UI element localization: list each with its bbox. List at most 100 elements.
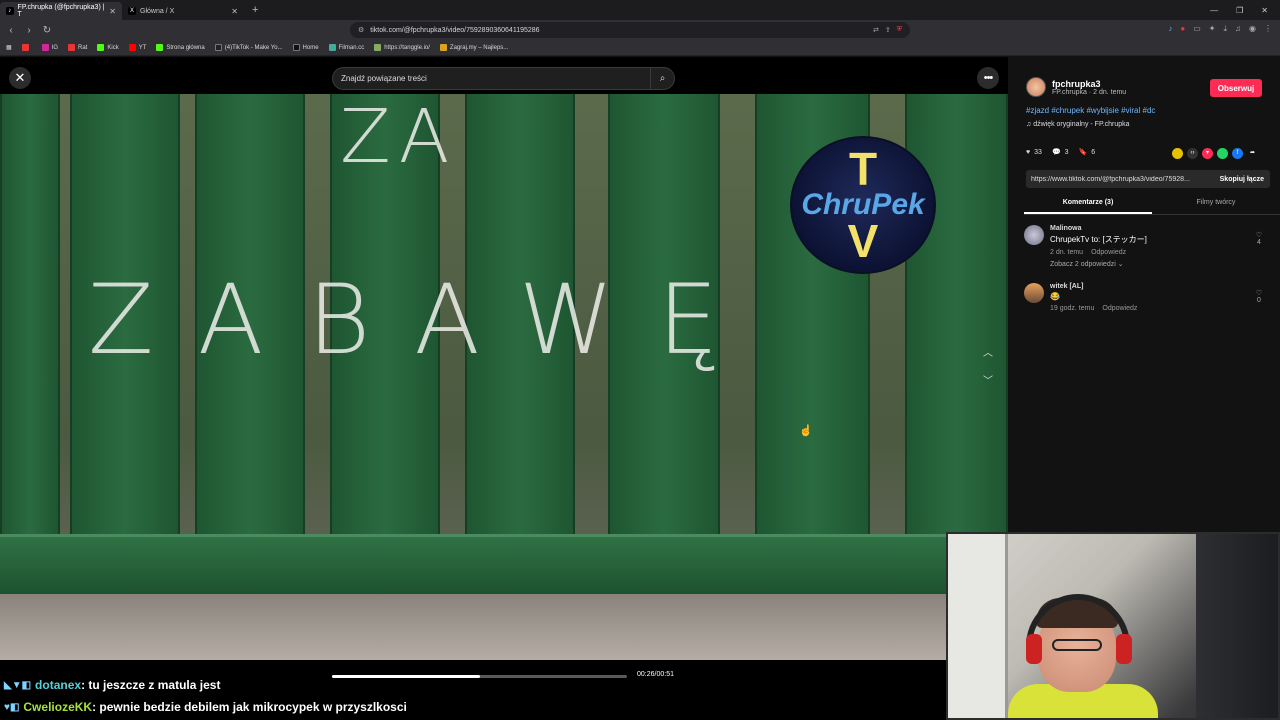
translate-icon[interactable]: ⇄ — [873, 26, 879, 34]
chat-username: dotanex — [35, 678, 82, 692]
browser-tab-tiktok[interactable]: ♪ FP.chrupka (@fpchrupka3) | T ✕ — [0, 2, 122, 20]
view-replies-button[interactable]: Zobacz 2 odpowiedzi ⌄ — [1050, 260, 1250, 268]
close-tab-icon[interactable]: ✕ — [109, 7, 116, 16]
share-icon[interactable]: ⇪ — [885, 26, 891, 34]
url-text: tiktok.com/@fpchrupka3/video/75928903606… — [370, 26, 540, 34]
bookmark-item[interactable]: Home — [292, 44, 319, 51]
reload-icon[interactable]: ↻ — [40, 25, 54, 36]
download-icon[interactable]: ⤓ — [1223, 24, 1227, 34]
shield-icon[interactable]: ⛨ — [897, 26, 902, 34]
save-button[interactable]: 🔖 6 — [1078, 148, 1096, 157]
comment-like-button[interactable]: ♡ 4 — [1252, 231, 1266, 246]
more-options-button[interactable]: ••• — [977, 67, 999, 89]
extension-icon[interactable]: ● — [1180, 24, 1185, 34]
search-input[interactable]: Znajdź powiązane treści — [341, 74, 650, 83]
restore-icon[interactable]: ❐ — [1236, 6, 1243, 15]
tiktok-page: ZA ZABAWĘ T ChruPek V ✕ Znajdź powiązane… — [0, 57, 1280, 720]
bookmark-item[interactable]: Zagraj.my – Najleps... — [439, 44, 508, 51]
author-name[interactable]: fpchrupka3 — [1052, 79, 1126, 89]
site-info-icon[interactable]: ⚙ — [358, 26, 364, 34]
facebook-icon[interactable]: f — [1232, 148, 1243, 159]
browser-tabbar: ♪ FP.chrupka (@fpchrupka3) | T ✕ X Główn… — [0, 0, 1280, 20]
channel-logo: T ChruPek V — [790, 136, 936, 274]
send-icon[interactable]: ▾ — [1202, 148, 1213, 159]
close-tab-icon[interactable]: ✕ — [231, 7, 238, 16]
bookmark-item[interactable]: Kick — [97, 44, 119, 51]
hashtags[interactable]: #zjazd #chrupek #wybijsie #viral #dc — [1026, 106, 1155, 115]
chalk-text-main: ZABAWĘ — [88, 264, 763, 376]
comment-icon: 💬 — [1051, 149, 1061, 156]
tab-comments[interactable]: Komentarze (3) — [1024, 195, 1152, 214]
puzzle-icon[interactable]: ✦ — [1209, 24, 1216, 34]
bookmark-item[interactable]: Rat — [68, 44, 87, 51]
menu-icon[interactable]: ⋮ — [1264, 24, 1272, 34]
bookmark-item[interactable]: Strona główna — [156, 44, 205, 51]
like-button[interactable]: ♥ 33 — [1026, 149, 1042, 156]
avatar[interactable] — [1024, 283, 1044, 303]
new-tab-button[interactable]: + — [244, 4, 266, 16]
profile-icon[interactable]: ◉ — [1249, 24, 1256, 34]
logo-letter-top: T — [848, 143, 878, 195]
comment-like-count: 0 — [1257, 297, 1261, 304]
back-icon[interactable]: ‹ — [4, 25, 18, 36]
avatar[interactable] — [1024, 225, 1044, 245]
browser-tab-x[interactable]: X Główna / X ✕ — [122, 2, 244, 20]
extension-icon[interactable]: ▭ — [1193, 24, 1201, 34]
chat-text: : pewnie bedzie debilem jak mikrocypek w… — [92, 700, 407, 714]
reply-button[interactable]: Odpowiedz — [1102, 305, 1137, 312]
bookmark-item[interactable] — [21, 44, 32, 51]
share-arrow-icon[interactable]: ➦ — [1247, 148, 1258, 159]
whatsapp-icon[interactable] — [1217, 148, 1228, 159]
comment-username[interactable]: Malinowa — [1050, 225, 1250, 232]
comment-button[interactable]: 💬 3 — [1051, 148, 1069, 157]
bookmark-item[interactable]: IG — [41, 44, 58, 51]
forward-icon[interactable]: › — [22, 25, 36, 36]
url-field[interactable]: ⚙ tiktok.com/@fpchrupka3/video/759289036… — [350, 22, 910, 38]
close-video-button[interactable]: ✕ — [9, 67, 31, 89]
comment-like-button[interactable]: ♡ 0 — [1252, 289, 1266, 304]
comment-like-count: 4 — [1257, 239, 1261, 246]
fence-rail — [0, 534, 1008, 594]
search-icon[interactable]: ⌕ — [650, 68, 674, 89]
close-window-icon[interactable]: ✕ — [1261, 6, 1268, 15]
bookmark-icon: 🔖 — [1078, 149, 1088, 156]
follow-button[interactable]: Obserwuj — [1210, 79, 1262, 97]
chat-username: CweliozeKK — [23, 700, 93, 714]
tiktok-icon: ♪ — [6, 7, 14, 15]
copy-link-button[interactable]: Skopiuj łącze — [1214, 176, 1270, 183]
url-actions: ⇄ ⇪ ⛨ — [873, 26, 910, 34]
embed-icon[interactable]: ‹› — [1187, 148, 1198, 159]
reply-button[interactable]: Odpowiedz — [1091, 249, 1126, 256]
repost-icon[interactable] — [1172, 148, 1183, 159]
media-icon[interactable]: ♫ — [1235, 24, 1241, 34]
logo-letter-bottom: V — [847, 215, 879, 267]
tab-title: FP.chrupka (@fpchrupka3) | T — [17, 4, 105, 18]
apps-icon[interactable]: ▦ — [6, 44, 12, 51]
related-search-bar[interactable]: Znajdź powiązane treści ⌕ — [332, 67, 675, 90]
engagement-stats: ♥ 33 💬 3 🔖 6 — [1026, 148, 1096, 157]
sound-link[interactable]: ♫ dźwięk oryginalny - FP.chrupka — [1026, 121, 1130, 128]
bookmark-item[interactable]: https://tanggle.io/ — [374, 44, 430, 51]
author-avatar[interactable] — [1026, 77, 1046, 97]
minimize-icon[interactable]: — — [1210, 6, 1218, 15]
video-link-field[interactable]: https://www.tiktok.com/@fpchrupka3/video… — [1026, 170, 1270, 188]
previous-video-icon[interactable]: ︿ — [980, 344, 996, 359]
next-video-icon[interactable]: ﹀ — [980, 372, 996, 387]
like-count: 33 — [1034, 148, 1042, 156]
tab-creator-videos[interactable]: Filmy twórcy — [1152, 195, 1280, 214]
bookmark-item[interactable]: YT — [128, 44, 146, 51]
bookmark-item[interactable]: (4)TikTok - Make Yo... — [214, 44, 283, 51]
author-info[interactable]: fpchrupka3 FP.chrupka · 2 dn. temu — [1026, 77, 1126, 97]
bookmark-item[interactable]: Filman.cc — [328, 44, 364, 51]
comment-username[interactable]: witek [AL] — [1050, 283, 1250, 290]
video-player[interactable]: ZA ZABAWĘ T ChruPek V ✕ Znajdź powiązane… — [0, 57, 1008, 720]
comment-time: 19 godz. temu — [1050, 305, 1095, 312]
video-frame[interactable]: ZA ZABAWĘ T ChruPek V — [0, 94, 1008, 660]
headphone-earcup — [1026, 634, 1042, 664]
chalk-text-top: ZA — [340, 94, 458, 180]
address-bar-row: ‹ › ↻ ⚙ tiktok.com/@fpchrupka3/video/759… — [0, 20, 1280, 40]
extension-icon[interactable]: ♪ — [1168, 24, 1172, 34]
tab-title: Główna / X — [140, 7, 175, 15]
extensions-bar: ♪ ● ▭ ✦ ⤓ ♫ ◉ ⋮ — [1168, 24, 1272, 34]
ground — [0, 594, 1008, 660]
